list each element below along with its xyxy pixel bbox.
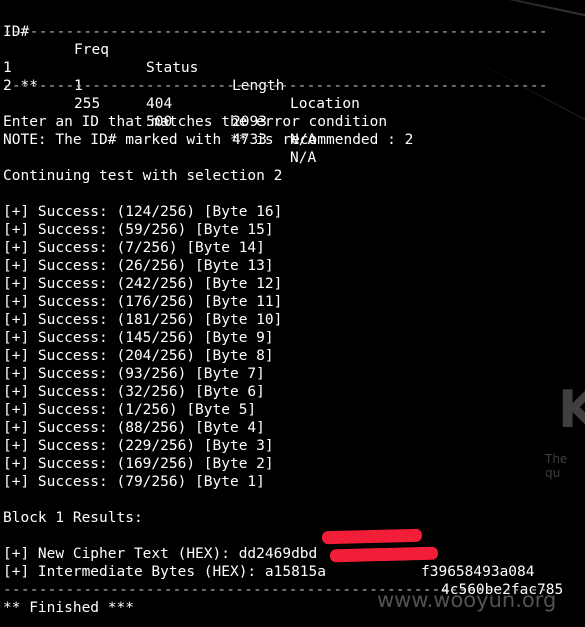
row-2-freq: 255 <box>74 96 101 112</box>
progress-line: [+] Success: (169/256) [Byte 2] <box>3 456 274 472</box>
intermediate-bytes-line: [+] Intermediate Bytes (HEX): a15815a 4c… <box>3 545 583 598</box>
progress-line: [+] Success: (88/256) [Byte 4] <box>3 420 265 436</box>
progress-line: [+] Success: (181/256) [Byte 10] <box>3 312 283 328</box>
progress-line: [+] Success: (145/256) [Byte 9] <box>3 330 274 346</box>
table-separator-top: ----------------------------------------… <box>3 24 548 40</box>
table-row: 1 1 404 2093 N/A <box>3 41 583 148</box>
table-header-row: ID# Freq Status Length Location <box>3 5 583 112</box>
intermediate-bytes-prefix: [+] Intermediate Bytes (HEX): a15815a <box>3 564 327 580</box>
progress-line: [+] Success: (229/256) [Byte 3] <box>3 438 274 454</box>
row-2-location: N/A <box>290 150 317 166</box>
background-logo: K <box>558 380 585 440</box>
progress-line: [+] Success: (1/256) [Byte 5] <box>3 402 257 418</box>
progress-line: [+] Success: (242/256) [Byte 12] <box>3 276 283 292</box>
finished-line: ** Finished *** <box>3 600 134 616</box>
cipher-text-line: [+] New Cipher Text (HEX): dd2469dbd f39… <box>3 527 583 580</box>
header-location: Location <box>290 96 360 112</box>
progress-line: [+] Success: (26/256) [Byte 13] <box>3 258 274 274</box>
progress-line: [+] Success: (124/256) [Byte 16] <box>3 204 283 220</box>
table-row: 2 ** 255 500 4733 N/A <box>3 59 583 166</box>
background-logo-tagline: The qu <box>545 452 568 480</box>
note-line: NOTE: The ID# marked with ** is recommen… <box>3 132 414 148</box>
prompt-line: Enter an ID that matches the error condi… <box>3 114 388 130</box>
progress-line: [+] Success: (176/256) [Byte 11] <box>3 294 283 310</box>
progress-line: [+] Success: (79/256) [Byte 1] <box>3 474 265 490</box>
table-separator-bottom: ----------------------------------------… <box>3 78 548 94</box>
watermark: www.wooyun.org <box>377 588 557 612</box>
row-1-status: 404 <box>146 96 173 112</box>
results-title: Block 1 Results: <box>3 510 143 526</box>
progress-line: [+] Success: (93/256) [Byte 7] <box>3 366 265 382</box>
terminal-window[interactable]: K The qu ID# Freq Status Length Location… <box>0 0 585 627</box>
redaction-mark <box>321 528 423 545</box>
progress-line: [+] Success: (204/256) [Byte 8] <box>3 348 274 364</box>
progress-line: [+] Success: (32/256) [Byte 6] <box>3 384 265 400</box>
continuing-line: Continuing test with selection 2 <box>3 168 283 184</box>
cipher-text-suffix: f39658493a084 <box>421 564 535 580</box>
progress-line: [+] Success: (59/256) [Byte 15] <box>3 222 274 238</box>
progress-line: [+] Success: (7/256) [Byte 14] <box>3 240 265 256</box>
